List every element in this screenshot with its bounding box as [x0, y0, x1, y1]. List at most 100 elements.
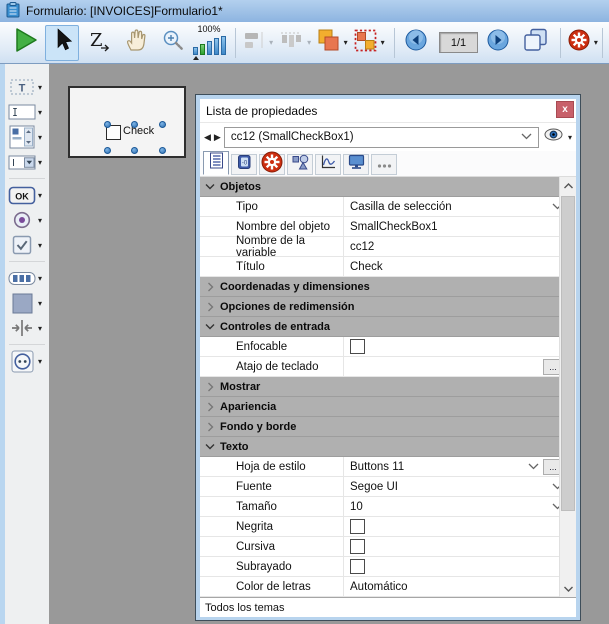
chevron-down-icon[interactable]: ▾	[38, 158, 42, 167]
chevron-down-icon[interactable]: ▾	[38, 357, 42, 366]
properties-panel-titlebar[interactable]: Lista de propiedades x	[200, 99, 576, 123]
progressbar-tool[interactable]: ▾	[8, 266, 49, 290]
progressbar-icon	[8, 271, 36, 286]
pan-tool-button[interactable]	[119, 25, 153, 61]
section-header-opciones-de-redimension[interactable]: Opciones de redimensión	[200, 297, 567, 317]
close-icon[interactable]: x	[556, 101, 574, 118]
chevron-down-icon[interactable]: ▾	[344, 38, 348, 47]
checkbox-unchecked[interactable]	[350, 519, 365, 534]
expand-icon[interactable]	[200, 382, 220, 392]
panel-tool[interactable]: ▾	[8, 291, 49, 315]
expand-icon[interactable]	[200, 422, 220, 432]
checkbox-tool[interactable]: ▾	[8, 233, 49, 257]
section-header-objetos[interactable]: Objetos	[200, 177, 567, 197]
tab-objects[interactable]	[287, 154, 313, 175]
splitter-tool[interactable]: ▾	[8, 316, 49, 340]
arrange-button[interactable]: ▾	[315, 25, 349, 61]
section-header-coordenadas-y-dimensiones[interactable]: Coordenadas y dimensiones	[200, 277, 567, 297]
checkbox-unchecked[interactable]	[350, 339, 365, 354]
tab-data[interactable]: -0	[231, 154, 257, 175]
chevron-down-icon[interactable]: ▾	[38, 216, 42, 225]
property-label: Hoja de estilo	[200, 457, 344, 476]
selection-handle[interactable]	[104, 121, 111, 128]
chevron-down-icon[interactable]: ▾	[38, 83, 42, 92]
chevron-down-icon[interactable]: ▾	[38, 324, 42, 333]
distribute-button[interactable]: ▾	[278, 25, 312, 61]
section-header-fondo-y-borde[interactable]: Fondo y borde	[200, 417, 567, 437]
chevron-down-icon[interactable]: ▾	[38, 299, 42, 308]
property-value[interactable]: Segoe UI	[350, 481, 548, 493]
chevron-down-icon[interactable]: ▾	[38, 133, 42, 142]
dial-tool[interactable]: ▾	[8, 349, 49, 373]
property-label: Nombre del objeto	[200, 217, 344, 236]
scrollbar[interactable]	[559, 177, 576, 597]
scroll-up-icon[interactable]	[560, 177, 576, 194]
property-value[interactable]: Check	[350, 261, 563, 273]
selection-handle[interactable]	[131, 147, 138, 154]
chevron-down-icon[interactable]: ▾	[38, 191, 42, 200]
selection-handle[interactable]	[104, 147, 111, 154]
combobox-tool[interactable]: ▾	[8, 150, 49, 174]
tab-properties[interactable]	[203, 151, 229, 175]
select-tool-button[interactable]	[45, 25, 79, 61]
tab-curves[interactable]	[315, 154, 341, 175]
section-header-texto[interactable]: Texto	[200, 437, 567, 457]
prev-object-button[interactable]: ◀	[204, 132, 211, 142]
section-header-apariencia[interactable]: Apariencia	[200, 397, 567, 417]
tab-order-button[interactable]: Z	[82, 25, 116, 61]
collapse-icon[interactable]	[200, 183, 220, 190]
listbox-tool[interactable]: ▾	[8, 125, 49, 149]
property-value[interactable]: cc12	[350, 241, 563, 253]
radio-tool[interactable]: ▾	[8, 208, 49, 232]
property-value[interactable]: Casilla de selección	[350, 201, 548, 213]
selection-handle[interactable]	[159, 147, 166, 154]
collapse-icon[interactable]	[200, 323, 220, 330]
textbox-tool[interactable]: ▾	[8, 100, 49, 124]
visibility-button[interactable]: ▾	[544, 128, 572, 146]
chevron-down-icon[interactable]: ▾	[38, 241, 42, 250]
tab-more[interactable]	[371, 154, 397, 175]
checkbox-control[interactable]: Check	[70, 88, 184, 156]
property-value[interactable]: 10	[350, 501, 548, 513]
chevron-down-icon[interactable]: ▾	[594, 38, 598, 47]
tab-settings[interactable]	[259, 154, 285, 175]
label-tool[interactable]: T▾	[8, 75, 49, 99]
chevron-down-icon[interactable]: ▾	[381, 38, 385, 47]
object-selector-combobox[interactable]: cc12 (SmallCheckBox1)	[224, 127, 539, 148]
zoom-tool-button[interactable]	[156, 25, 190, 61]
property-value[interactable]: Buttons 11	[350, 461, 524, 473]
checkbox-unchecked[interactable]	[350, 539, 365, 554]
expand-icon[interactable]	[200, 402, 220, 412]
prev-page-button[interactable]	[399, 25, 433, 61]
zoom-level-indicator[interactable]: 100%	[193, 25, 227, 61]
chevron-down-icon[interactable]: ▾	[38, 274, 42, 283]
next-object-button[interactable]: ▶	[214, 132, 221, 142]
run-button[interactable]	[8, 25, 42, 61]
chevron-down-icon[interactable]: ▾	[269, 38, 273, 47]
selection-handle[interactable]	[159, 121, 166, 128]
button-tool[interactable]: OK▾	[8, 183, 49, 207]
selection-options-button[interactable]: ▾	[352, 25, 386, 61]
selection-handle[interactable]	[131, 121, 138, 128]
section-header-controles-de-entrada[interactable]: Controles de entrada	[200, 317, 567, 337]
next-page-button[interactable]	[481, 25, 515, 61]
expand-icon[interactable]	[200, 282, 220, 292]
align-button[interactable]: ▾	[241, 25, 275, 61]
property-value[interactable]: Automático	[350, 581, 563, 593]
checkbox-unchecked[interactable]	[350, 559, 365, 574]
property-value[interactable]: SmallCheckBox1	[350, 221, 563, 233]
tab-display[interactable]	[343, 154, 369, 175]
section-header-mostrar[interactable]: Mostrar	[200, 377, 567, 397]
chevron-down-icon[interactable]	[528, 463, 539, 470]
pages-button[interactable]	[518, 25, 552, 61]
settings-button[interactable]: ▾	[565, 25, 599, 61]
form-surface[interactable]: Check	[68, 86, 186, 158]
chevron-down-icon[interactable]: ▾	[38, 108, 42, 117]
chevron-down-icon[interactable]: ▾	[307, 38, 311, 47]
expand-icon[interactable]	[200, 302, 220, 312]
scroll-down-icon[interactable]	[560, 580, 576, 597]
design-canvas[interactable]: Check Lista de propiedades x ◀ ▶ cc12 (S…	[49, 64, 609, 624]
scrollbar-thumb[interactable]	[561, 196, 575, 511]
collapse-icon[interactable]	[200, 443, 220, 450]
chevron-down-icon[interactable]	[521, 131, 532, 143]
